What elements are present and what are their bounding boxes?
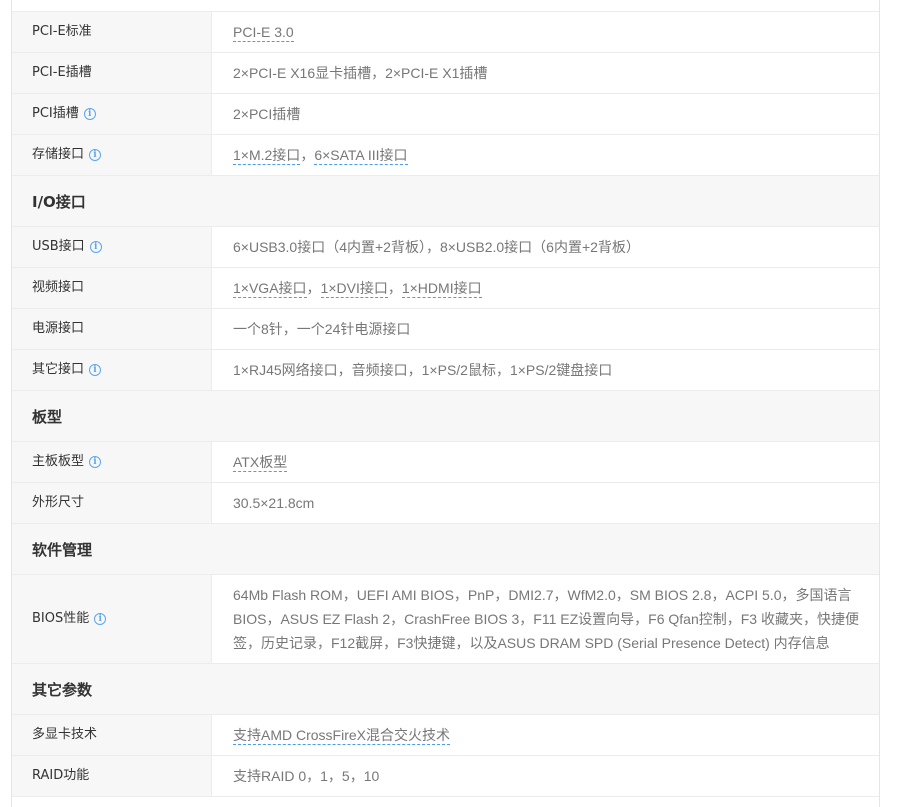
- row-value: 支持AMD CrossFireX混合交火技术: [212, 715, 879, 755]
- table-row: 视频接口 1×VGA接口， 1×DVI接口， 1×HDMI接口: [12, 268, 879, 309]
- info-icon[interactable]: i: [89, 364, 102, 376]
- storage-m2-link[interactable]: 1×M.2接口: [233, 146, 301, 165]
- table-row: 存储接口 i 1×M.2接口， 6×SATA III接口: [12, 135, 879, 176]
- table-bottom-edge: [12, 797, 879, 807]
- row-label: 主板板型 i: [12, 442, 212, 482]
- row-label: 存储接口 i: [12, 135, 212, 175]
- row-value: 30.5×21.8cm: [233, 495, 315, 511]
- table-row: 多显卡技术 支持AMD CrossFireX混合交火技术: [12, 715, 879, 756]
- row-label: PCI-E标准: [12, 12, 212, 52]
- pcie-standard-link[interactable]: PCI-E 3.0: [233, 23, 294, 42]
- section-header-software: 软件管理: [12, 524, 879, 575]
- section-header-other: 其它参数: [12, 664, 879, 715]
- spec-table: PCI-E标准 PCI-E 3.0 PCI-E插槽 2×PCI-E X16显卡插…: [11, 0, 880, 807]
- info-icon[interactable]: i: [89, 241, 102, 253]
- row-label: 其它接口 i: [12, 350, 212, 390]
- row-value: 64Mb Flash ROM，UEFI AMI BIOS，PnP，DMI2.7，…: [233, 587, 859, 651]
- row-value: ATX板型: [212, 442, 879, 482]
- table-row: RAID功能 支持RAID 0，1，5，10: [12, 756, 879, 797]
- video-hdmi-link[interactable]: 1×HDMI接口: [401, 279, 482, 298]
- row-value: 一个8针，一个24针电源接口: [233, 321, 411, 337]
- table-row: 主板板型 i ATX板型: [12, 442, 879, 483]
- section-header-io: I/O接口: [12, 176, 879, 227]
- table-row: 外形尺寸 30.5×21.8cm: [12, 483, 879, 524]
- video-vga-link[interactable]: 1×VGA接口: [233, 279, 307, 298]
- row-value: 1×M.2接口， 6×SATA III接口: [233, 146, 408, 165]
- storage-sata-link[interactable]: 6×SATA III接口: [314, 146, 408, 165]
- row-value: 6×USB3.0接口（4内置+2背板），8×USB2.0接口（6内置+2背板）: [233, 239, 640, 255]
- table-row: USB接口 i 6×USB3.0接口（4内置+2背板），8×USB2.0接口（6…: [12, 227, 879, 268]
- info-icon[interactable]: i: [94, 613, 107, 625]
- row-value: 2×PCI插槽: [233, 106, 301, 122]
- row-label: 多显卡技术: [12, 715, 212, 755]
- row-value: PCI-E 3.0: [212, 12, 879, 52]
- video-dvi-link[interactable]: 1×DVI接口: [320, 279, 388, 298]
- table-row: 其它接口 i 1×RJ45网络接口，音频接口，1×PS/2鼠标，1×PS/2键盘…: [12, 350, 879, 391]
- multi-gpu-link[interactable]: 支持AMD CrossFireX混合交火技术: [233, 726, 451, 745]
- row-label: BIOS性能 i: [12, 575, 212, 663]
- table-row: 电源接口 一个8针，一个24针电源接口: [12, 309, 879, 350]
- row-value: 1×VGA接口， 1×DVI接口， 1×HDMI接口: [233, 279, 482, 298]
- row-label: 电源接口: [12, 309, 212, 349]
- table-row: BIOS性能 i 64Mb Flash ROM，UEFI AMI BIOS，Pn…: [12, 575, 879, 664]
- table-row: PCI插槽 i 2×PCI插槽: [12, 94, 879, 135]
- row-label: PCI-E插槽: [12, 53, 212, 93]
- row-value: 支持RAID 0，1，5，10: [233, 768, 380, 784]
- row-value: 2×PCI-E X16显卡插槽，2×PCI-E X1插槽: [233, 65, 488, 81]
- table-top-edge: [12, 0, 879, 12]
- table-row: PCI-E插槽 2×PCI-E X16显卡插槽，2×PCI-E X1插槽: [12, 53, 879, 94]
- row-label: 视频接口: [12, 268, 212, 308]
- table-row: PCI-E标准 PCI-E 3.0: [12, 12, 879, 53]
- row-value: 1×RJ45网络接口，音频接口，1×PS/2鼠标，1×PS/2键盘接口: [233, 362, 613, 378]
- info-icon[interactable]: i: [89, 456, 102, 468]
- info-icon[interactable]: i: [89, 149, 102, 161]
- row-label: RAID功能: [12, 756, 212, 796]
- info-icon[interactable]: i: [83, 108, 96, 120]
- row-label: 外形尺寸: [12, 483, 212, 523]
- board-type-link[interactable]: ATX板型: [233, 453, 288, 472]
- row-label: USB接口 i: [12, 227, 212, 267]
- row-label: PCI插槽 i: [12, 94, 212, 134]
- section-header-board: 板型: [12, 391, 879, 442]
